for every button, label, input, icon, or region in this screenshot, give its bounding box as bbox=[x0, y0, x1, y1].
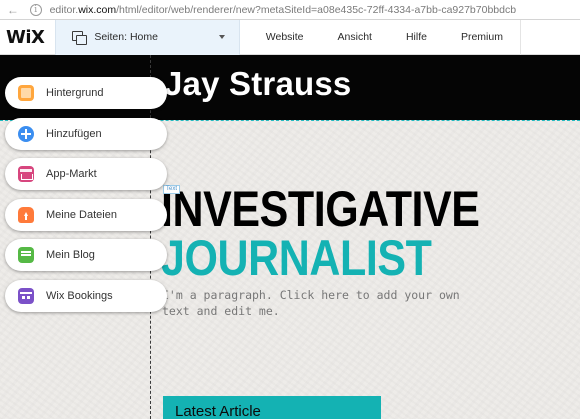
my-files-label: Meine Dateien bbox=[46, 208, 117, 221]
menu-item-premium[interactable]: Premium bbox=[444, 31, 520, 43]
pages-icon bbox=[72, 31, 88, 45]
chevron-down-icon bbox=[218, 35, 225, 39]
upload-icon bbox=[18, 206, 34, 223]
editor-top-bar: WiX Seiten: Home Website Ansicht Hilfe P… bbox=[0, 19, 580, 55]
background-button[interactable]: Hintergrund bbox=[5, 77, 167, 109]
app-market-label: App-Markt bbox=[46, 168, 97, 180]
headline-line-1[interactable]: INVESTIGATIVE bbox=[161, 181, 480, 237]
url-text[interactable]: editor.wix.com/html/editor/web/renderer/… bbox=[50, 4, 580, 16]
add-label: Hinzufügen bbox=[46, 127, 102, 140]
top-menu: Website Ansicht Hilfe Premium bbox=[240, 20, 520, 55]
blog-icon bbox=[18, 247, 34, 263]
app-market-icon bbox=[18, 166, 34, 182]
paragraph-text[interactable]: I'm a paragraph. Click here to add your … bbox=[162, 287, 462, 319]
site-name[interactable]: Jay Strauss bbox=[164, 65, 352, 103]
my-blog-button[interactable]: Mein Blog bbox=[5, 239, 167, 271]
app-market-button[interactable]: App-Markt bbox=[5, 158, 167, 190]
background-label: Hintergrund bbox=[46, 87, 104, 99]
bookings-icon bbox=[18, 287, 34, 304]
wix-bookings-button[interactable]: Wix Bookings bbox=[5, 279, 167, 312]
wix-logo: WiX bbox=[6, 26, 45, 48]
menu-item-help[interactable]: Hilfe bbox=[389, 31, 444, 43]
left-tool-panel: Hintergrund Hinzufügen App-Markt Meine D… bbox=[5, 77, 167, 320]
menu-item-website[interactable]: Website bbox=[240, 31, 321, 43]
pages-dropdown[interactable]: Seiten: Home bbox=[55, 19, 240, 55]
headline-line-2[interactable]: JOURNALIST bbox=[161, 230, 432, 286]
wix-bookings-label: Wix Bookings bbox=[46, 289, 113, 302]
back-arrow-icon[interactable]: ← bbox=[6, 3, 20, 17]
browser-url-bar[interactable]: ← i editor.wix.com/html/editor/web/rende… bbox=[0, 0, 580, 20]
topbar-end-area bbox=[519, 19, 580, 55]
background-icon bbox=[18, 85, 34, 101]
latest-article-title: Latest Article bbox=[175, 403, 261, 419]
my-files-button[interactable]: Meine Dateien bbox=[5, 198, 167, 231]
my-blog-label: Mein Blog bbox=[46, 249, 95, 261]
add-icon bbox=[18, 125, 34, 142]
menu-item-view[interactable]: Ansicht bbox=[321, 31, 389, 43]
latest-article-box[interactable]: Latest Article bbox=[163, 396, 381, 419]
pages-dropdown-label: Seiten: Home bbox=[94, 31, 158, 43]
add-button[interactable]: Hinzufügen bbox=[5, 117, 167, 150]
info-icon[interactable]: i bbox=[29, 3, 42, 16]
